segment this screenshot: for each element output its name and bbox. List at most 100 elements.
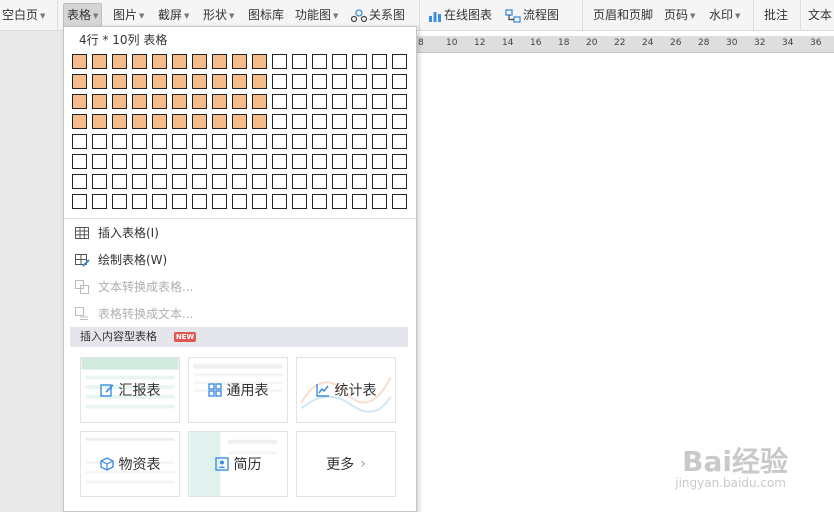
grid-cell[interactable] xyxy=(152,134,167,149)
grid-cell[interactable] xyxy=(252,134,267,149)
grid-cell[interactable] xyxy=(352,174,367,189)
grid-cell[interactable] xyxy=(392,54,407,69)
grid-cell[interactable] xyxy=(372,154,387,169)
grid-cell[interactable] xyxy=(352,154,367,169)
grid-cell[interactable] xyxy=(292,174,307,189)
grid-cell[interactable] xyxy=(72,194,87,209)
grid-cell[interactable] xyxy=(332,174,347,189)
grid-cell[interactable] xyxy=(112,54,127,69)
grid-cell[interactable] xyxy=(132,74,147,89)
more-tiles-button[interactable]: 更多 › xyxy=(296,431,396,497)
grid-cell[interactable] xyxy=(312,134,327,149)
grid-cell[interactable] xyxy=(92,54,107,69)
table-size-grid[interactable] xyxy=(72,54,412,214)
grid-cell[interactable] xyxy=(272,114,287,129)
insert-table-item[interactable]: 插入表格(I) xyxy=(72,221,408,245)
grid-cell[interactable] xyxy=(72,74,87,89)
grid-cell[interactable] xyxy=(172,154,187,169)
grid-cell[interactable] xyxy=(372,174,387,189)
grid-cell[interactable] xyxy=(212,54,227,69)
grid-cell[interactable] xyxy=(172,174,187,189)
grid-cell[interactable] xyxy=(212,94,227,109)
grid-cell[interactable] xyxy=(112,94,127,109)
grid-cell[interactable] xyxy=(252,174,267,189)
grid-cell[interactable] xyxy=(352,134,367,149)
grid-cell[interactable] xyxy=(72,134,87,149)
grid-cell[interactable] xyxy=(192,154,207,169)
grid-cell[interactable] xyxy=(232,94,247,109)
grid-cell[interactable] xyxy=(172,134,187,149)
grid-cell[interactable] xyxy=(172,54,187,69)
grid-cell[interactable] xyxy=(192,114,207,129)
grid-cell[interactable] xyxy=(372,74,387,89)
grid-cell[interactable] xyxy=(392,154,407,169)
grid-cell[interactable] xyxy=(212,114,227,129)
watermark-button[interactable]: 水印 ▼ xyxy=(709,5,740,25)
grid-cell[interactable] xyxy=(112,194,127,209)
grid-cell[interactable] xyxy=(272,194,287,209)
grid-cell[interactable] xyxy=(152,174,167,189)
grid-cell[interactable] xyxy=(252,54,267,69)
grid-cell[interactable] xyxy=(392,194,407,209)
shape-button[interactable]: 形状 ▼ xyxy=(203,5,234,25)
grid-cell[interactable] xyxy=(272,54,287,69)
grid-cell[interactable] xyxy=(292,194,307,209)
comment-button[interactable]: 批注 xyxy=(764,5,788,25)
grid-cell[interactable] xyxy=(152,94,167,109)
grid-cell[interactable] xyxy=(372,94,387,109)
grid-cell[interactable] xyxy=(132,194,147,209)
grid-cell[interactable] xyxy=(232,74,247,89)
grid-cell[interactable] xyxy=(192,194,207,209)
grid-cell[interactable] xyxy=(72,54,87,69)
grid-cell[interactable] xyxy=(252,154,267,169)
grid-cell[interactable] xyxy=(312,114,327,129)
grid-cell[interactable] xyxy=(92,114,107,129)
grid-cell[interactable] xyxy=(292,94,307,109)
grid-cell[interactable] xyxy=(132,54,147,69)
grid-cell[interactable] xyxy=(332,154,347,169)
grid-cell[interactable] xyxy=(192,94,207,109)
icon-library-button[interactable]: 图标库 xyxy=(248,5,284,25)
report-table-tile[interactable]: 汇报表 xyxy=(80,357,180,423)
grid-cell[interactable] xyxy=(72,154,87,169)
grid-cell[interactable] xyxy=(212,174,227,189)
grid-cell[interactable] xyxy=(152,194,167,209)
grid-cell[interactable] xyxy=(92,174,107,189)
grid-cell[interactable] xyxy=(392,94,407,109)
grid-cell[interactable] xyxy=(332,114,347,129)
online-chart-button[interactable]: 在线图表 xyxy=(428,5,492,25)
grid-cell[interactable] xyxy=(112,74,127,89)
grid-cell[interactable] xyxy=(92,154,107,169)
grid-cell[interactable] xyxy=(232,154,247,169)
relation-chart-button[interactable]: 关系图 xyxy=(350,5,405,25)
grid-cell[interactable] xyxy=(192,134,207,149)
grid-cell[interactable] xyxy=(72,94,87,109)
table-button[interactable]: 表格 ▼ xyxy=(63,3,103,27)
grid-cell[interactable] xyxy=(72,174,87,189)
grid-cell[interactable] xyxy=(192,54,207,69)
grid-cell[interactable] xyxy=(92,94,107,109)
draw-table-item[interactable]: 绘制表格(W) xyxy=(72,248,408,272)
grid-cell[interactable] xyxy=(332,74,347,89)
grid-cell[interactable] xyxy=(332,194,347,209)
grid-cell[interactable] xyxy=(292,134,307,149)
grid-cell[interactable] xyxy=(92,134,107,149)
grid-cell[interactable] xyxy=(92,74,107,89)
grid-cell[interactable] xyxy=(272,154,287,169)
materials-table-tile[interactable]: 物资表 xyxy=(80,431,180,497)
grid-cell[interactable] xyxy=(232,194,247,209)
grid-cell[interactable] xyxy=(112,114,127,129)
picture-button[interactable]: 图片 ▼ xyxy=(113,5,144,25)
grid-cell[interactable] xyxy=(232,54,247,69)
resume-table-tile[interactable]: 简历 xyxy=(188,431,288,497)
grid-cell[interactable] xyxy=(312,94,327,109)
grid-cell[interactable] xyxy=(312,154,327,169)
grid-cell[interactable] xyxy=(152,74,167,89)
grid-cell[interactable] xyxy=(372,134,387,149)
grid-cell[interactable] xyxy=(392,134,407,149)
grid-cell[interactable] xyxy=(252,94,267,109)
textbox-button[interactable]: 文本 xyxy=(808,5,832,25)
grid-cell[interactable] xyxy=(272,74,287,89)
grid-cell[interactable] xyxy=(172,94,187,109)
blank-page-button[interactable]: 空白页 ▼ xyxy=(2,5,45,25)
